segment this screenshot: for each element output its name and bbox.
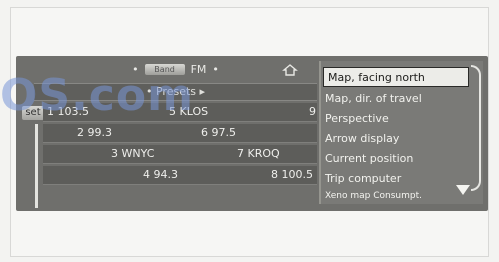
menu-item-map-travel[interactable]: Map, dir. of travel [321,89,475,109]
home-icon[interactable] [282,62,298,76]
preset-4[interactable]: 4 94.3 [143,166,178,184]
presets-right-icon: ▸ [196,85,206,98]
menu-item-trip-computer[interactable]: Trip computer [321,169,475,189]
preset-3[interactable]: 3 WNYC [111,145,154,163]
menu-footer: Xeno map Consumpt. [325,191,422,201]
options-menu: Map, facing north Map, dir. of travel Pe… [319,61,483,204]
preset-row[interactable]: 4 94.3 8 100.5 [43,166,317,185]
preset-slider[interactable] [35,124,38,208]
preset-row[interactable]: 2 99.3 6 97.5 [43,124,317,143]
preset-8[interactable]: 8 100.5 [271,166,313,184]
preset-row[interactable]: 3 WNYC 7 KROQ [43,145,317,164]
preset-9[interactable]: 9 [309,103,316,121]
preset-7[interactable]: 7 KROQ [237,145,280,163]
menu-scrollbar[interactable] [471,65,481,191]
preset-6[interactable]: 6 97.5 [201,124,236,142]
preset-2[interactable]: 2 99.3 [77,124,112,142]
menu-item-current-position[interactable]: Current position [321,149,475,169]
watermark: OS.com [0,70,194,121]
menu-item-map-north[interactable]: Map, facing north [323,67,469,87]
menu-item-perspective[interactable]: Perspective [321,109,475,129]
menu-item-arrow-display[interactable]: Arrow display [321,129,475,149]
right-arrow-icon[interactable]: • [212,63,219,76]
